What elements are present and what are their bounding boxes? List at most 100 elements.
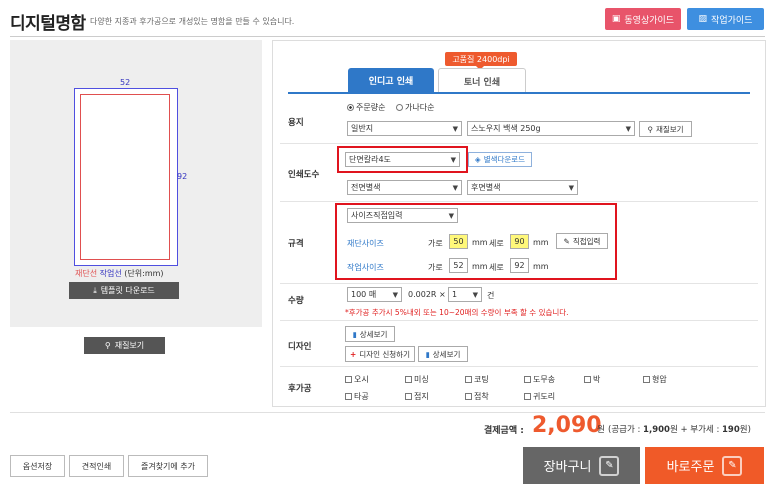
design-apply-button[interactable]: + 디자인 신청하기 [345,346,415,362]
finishing-corner[interactable]: 귀도리 [524,391,555,402]
add-favorite-button[interactable]: 즐겨찾기에 추가 [128,455,208,477]
checkbox-icon [405,393,412,400]
cut-height-label: 세로 [489,239,504,248]
print-color-select[interactable]: 단면칼라4도 ▼ [345,152,460,167]
design-label: 디자인 [288,342,312,352]
cut-width-input[interactable]: 50 [449,234,468,249]
front-spot-select[interactable]: 전면별색 ▼ [347,180,462,195]
cut-height-unit: mm [533,238,549,247]
total-label: 결제금액 : [484,426,524,436]
checkbox-icon [345,376,352,383]
tab-toner[interactable]: 토너 인쇄 [438,68,526,93]
finishing-punch[interactable]: 타공 [345,391,369,402]
work-height-input[interactable]: 92 [510,258,529,273]
chevron-down-icon: ▼ [450,156,456,164]
chevron-down-icon: ▼ [452,125,458,133]
template-download-button[interactable]: ⤓ 템플릿 다운로드 [69,282,179,299]
cut-width-unit: mm [472,238,488,247]
finishing-coating[interactable]: 코팅 [465,374,489,385]
count-select[interactable]: 1 ▼ [448,287,482,302]
chevron-down-icon: ▼ [452,184,458,192]
chevron-down-icon: ▼ [568,184,574,192]
quantity-warning: *후가공 추가시 5%내외 또는 10~20매의 수량이 부족 할 수 있습니다… [345,308,569,317]
spec-mode-select[interactable]: 사이즈직접입력 ▼ [347,208,458,223]
finishing-label: 후가공 [288,384,312,394]
preview-legend: 재단선 작업선 (단위:mm) [75,269,164,278]
paper-type-select[interactable]: 일반지 ▼ [347,121,462,136]
design-detail-button-2[interactable]: ▮ 상세보기 [418,346,468,362]
finishing-missing[interactable]: 미싱 [405,374,429,385]
checkbox-icon [524,376,531,383]
order-now-button[interactable]: 바로주문 ✎ [645,447,764,484]
finishing-foil[interactable]: 박 [584,374,600,385]
radio-order[interactable]: 주문량순 [347,102,385,113]
preview-paper-view-button[interactable]: ⚲ 재질보기 [84,337,165,354]
quantity-label: 수량 [288,296,304,306]
paper-label: 용지 [288,118,304,128]
finishing-thomson[interactable]: 도무송 [524,374,555,385]
search-icon: ⚲ [104,341,111,350]
work-guide-button[interactable]: ▨ 작업가이드 [687,8,764,30]
work-width-label: 가로 [428,263,443,272]
row-divider [280,283,758,284]
quality-badge: 고품질 2400dpi [445,52,517,66]
checkbox-icon [524,393,531,400]
chevron-down-icon: ▼ [472,291,478,299]
total-breakdown: (공급가 : 1,900원 + 부가세 : 190원) [608,425,751,435]
plus-icon: + [350,349,357,359]
bookmark-icon: ▮ [425,349,430,359]
quantity-multiplier: 0.002R × [408,290,446,299]
row-divider [280,143,758,144]
paper-view-button[interactable]: ⚲ 재질보기 [639,121,692,137]
count-unit: 건 [487,291,495,300]
height-dimension: 92 [177,172,188,181]
finishing-adhesive[interactable]: 접착 [465,391,489,402]
finishing-osi[interactable]: 오시 [345,374,369,385]
cut-size-label: 재단사이즈 [347,239,384,248]
film-icon: ▣ [611,14,621,24]
work-width-input[interactable]: 52 [449,258,468,273]
row-divider [280,201,758,202]
order-icon: ✎ [722,455,743,476]
total-divider [10,412,765,413]
total-amount: 2,090 [532,413,602,438]
checkbox-icon [345,393,352,400]
quantity-select[interactable]: 100 매 ▼ [347,287,402,302]
chevron-down-icon: ▼ [392,291,398,299]
chevron-down-icon: ▼ [625,125,631,133]
total-unit: 원 [597,425,605,435]
cart-button[interactable]: 장바구니 ✎ [523,447,640,484]
radio-alpha[interactable]: 가나다순 [396,102,434,113]
work-width-unit: mm [472,262,488,271]
cart-icon: ✎ [599,455,620,476]
tab-underline [288,92,750,94]
row-divider [280,320,758,321]
work-height-unit: mm [533,262,549,271]
finishing-emboss[interactable]: 형압 [643,374,667,385]
save-option-button[interactable]: 옵션저장 [10,455,65,477]
checkbox-icon [405,376,412,383]
paper-stock-select[interactable]: 스노우지 백색 250g ▼ [467,121,635,136]
back-spot-select[interactable]: 후면별색 ▼ [467,180,578,195]
estimate-print-button[interactable]: 견적인쇄 [69,455,124,477]
tab-indigo[interactable]: 인디고 인쇄 [348,68,434,92]
checkbox-icon [465,376,472,383]
page-subtitle: 다양한 지종과 후가공으로 개성있는 명함을 만들 수 있습니다. [90,17,295,26]
checkbox-icon [584,376,591,383]
finishing-fold[interactable]: 접지 [405,391,429,402]
radio-order-dot [347,104,354,111]
direct-input-button[interactable]: ✎ 직접입력 [556,233,608,249]
work-size-label: 작업사이즈 [347,263,384,272]
pencil-icon: ✎ [563,236,570,246]
video-guide-button[interactable]: ▣ 동영상가이드 [605,8,681,30]
work-height-label: 세로 [489,263,504,272]
page-title: 디지털명함 [10,14,86,34]
cut-width-label: 가로 [428,239,443,248]
spot-color-download-button[interactable]: ◈ 별색다운로드 [468,152,532,167]
bookmark-icon: ▮ [352,329,357,339]
design-detail-button[interactable]: ▮ 상세보기 [345,326,395,342]
cut-line-outline [80,94,170,260]
spec-label: 규격 [288,239,304,249]
cut-height-input[interactable]: 90 [510,234,529,249]
print-label: 인쇄도수 [288,170,320,180]
